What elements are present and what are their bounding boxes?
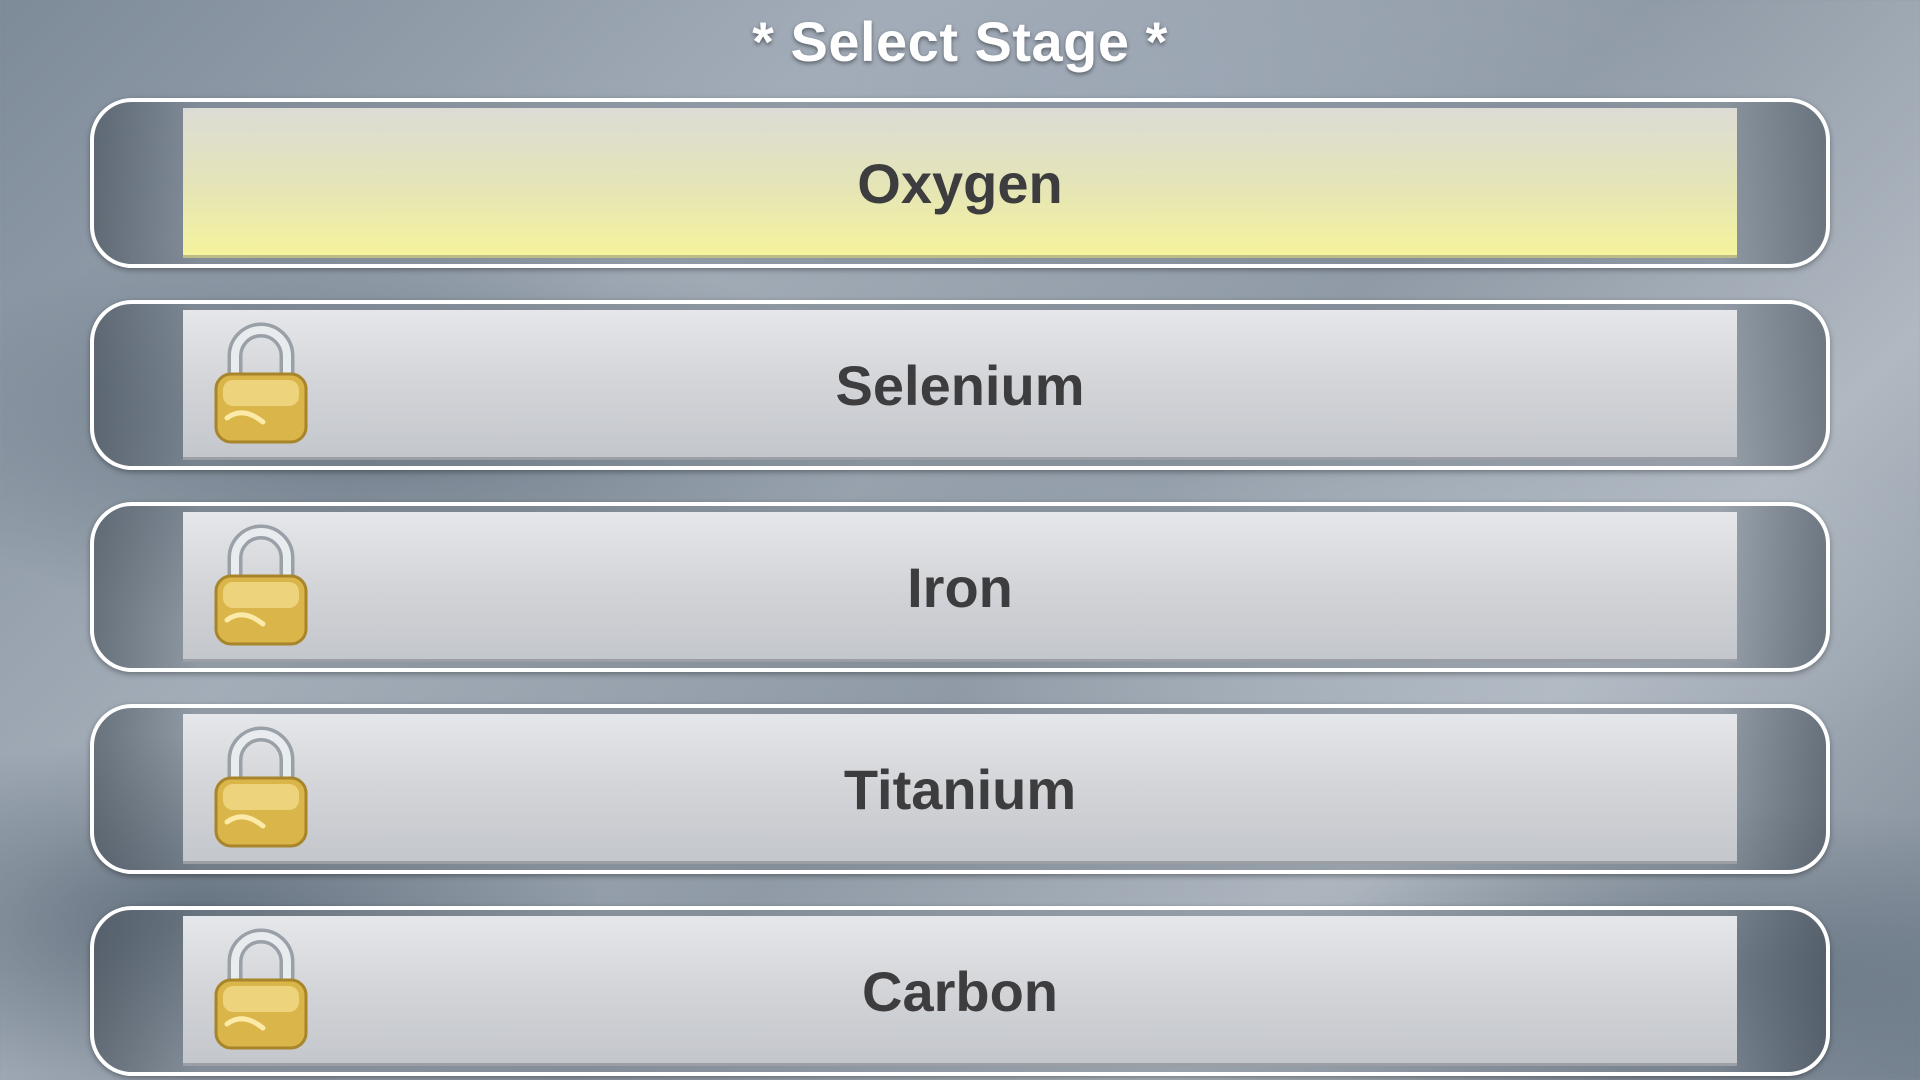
padlock-icon [214,322,308,444]
stage-button-titanium[interactable]: Titanium [90,704,1830,874]
stage-button-selenium[interactable]: Selenium [90,300,1830,470]
page-title: * Select Stage * [752,10,1168,73]
stage-label: Selenium [835,353,1085,417]
stage-label: Iron [907,555,1013,619]
stage-panel: Carbon [183,916,1737,1066]
padlock-icon [214,726,308,848]
stage-list: Oxygen Selenium Iron Titanium Carbon [90,98,1830,1080]
stage-panel: Selenium [183,310,1737,460]
stage-panel: Titanium [183,714,1737,864]
stage-button-oxygen[interactable]: Oxygen [90,98,1830,268]
stage-button-iron[interactable]: Iron [90,502,1830,672]
stage-label: Oxygen [857,151,1063,215]
stage-label: Titanium [843,757,1077,821]
stage-button-carbon[interactable]: Carbon [90,906,1830,1076]
stage-panel: Oxygen [183,108,1737,258]
stage-label: Carbon [862,959,1058,1023]
stage-panel: Iron [183,512,1737,662]
padlock-icon [214,524,308,646]
padlock-icon [214,928,308,1050]
